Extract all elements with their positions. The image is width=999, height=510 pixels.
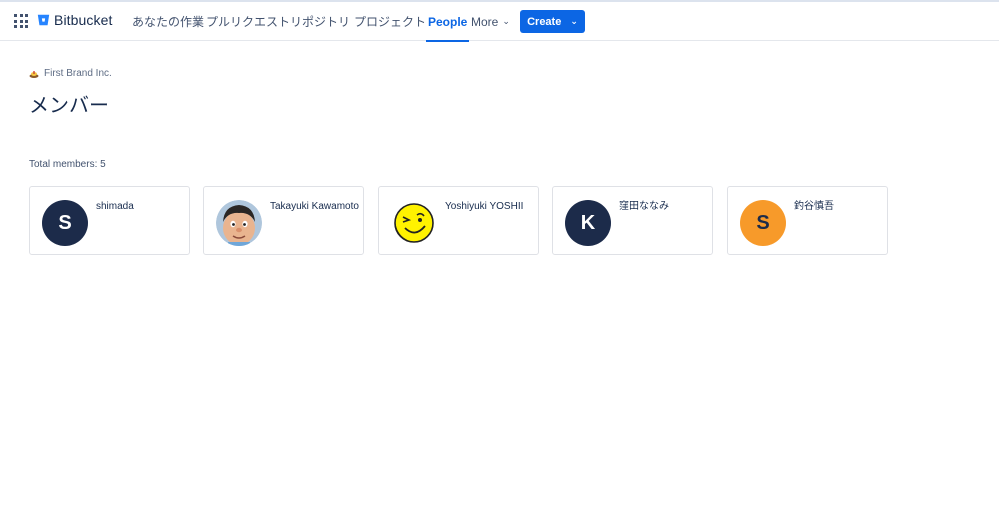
avatar: K [565, 200, 611, 246]
avatar-initial: K [580, 211, 596, 234]
workspace-icon [29, 70, 39, 78]
nav-people[interactable]: People [425, 2, 470, 42]
nav-more[interactable]: More ⌄ [471, 2, 510, 41]
nav-more-label: More [471, 14, 499, 29]
member-name[interactable]: shimada [96, 200, 186, 214]
top-navigation: Bitbucket あなたの作業 プルリクエスト リポジトリ プロジェクト Pe… [0, 2, 999, 42]
nav-your-work[interactable]: あなたの作業 [132, 2, 204, 41]
create-button[interactable]: Create ⌄ [520, 10, 585, 33]
nav-pull-requests[interactable]: プルリクエスト [206, 2, 290, 41]
cartoon-boy-icon [216, 200, 262, 246]
nav-repositories-label: リポジトリ [290, 15, 351, 29]
avatar: S [42, 200, 88, 246]
member-name[interactable]: Yoshiyuki YOSHII [445, 200, 535, 214]
avatar: S [740, 200, 786, 246]
breadcrumb: First Brand Inc. [29, 68, 112, 79]
member-name[interactable]: 窪田ななみ [619, 200, 709, 214]
nav-pull-requests-label: プルリクエスト [206, 15, 291, 29]
create-button-label: Create [527, 15, 562, 28]
avatar-initial: S [58, 211, 72, 234]
chevron-down-icon: ⌄ [570, 16, 578, 26]
nav-projects[interactable]: プロジェクト [354, 2, 426, 41]
member-card[interactable]: Takayuki Kawamoto [203, 186, 364, 255]
product-name: Bitbucket [54, 12, 113, 28]
nav-people-label: People [428, 14, 468, 29]
bitbucket-home-link[interactable]: Bitbucket [37, 12, 113, 28]
nav-repositories[interactable]: リポジトリ [290, 2, 350, 41]
nav-your-work-label: あなたの作業 [132, 15, 205, 29]
app-switcher-icon[interactable] [14, 14, 28, 28]
nav-projects-label: プロジェクト [354, 15, 427, 29]
member-card[interactable]: S shimada [29, 186, 190, 255]
member-card[interactable]: S 釣谷慎吾 [727, 186, 888, 255]
total-members-count: Total members: 5 [29, 159, 106, 170]
page-title: メンバー [29, 95, 109, 117]
avatar-initial: S [756, 211, 770, 234]
member-name[interactable]: 釣谷慎吾 [794, 200, 884, 214]
winking-smiley-icon [391, 200, 437, 246]
member-card[interactable]: K 窪田ななみ [552, 186, 713, 255]
member-card[interactable]: Yoshiyuki YOSHII [378, 186, 539, 255]
bitbucket-logo [37, 14, 50, 26]
chevron-down-icon: ⌄ [502, 16, 510, 26]
member-name[interactable]: Takayuki Kawamoto [270, 200, 360, 214]
breadcrumb-workspace-link[interactable]: First Brand Inc. [44, 68, 112, 79]
